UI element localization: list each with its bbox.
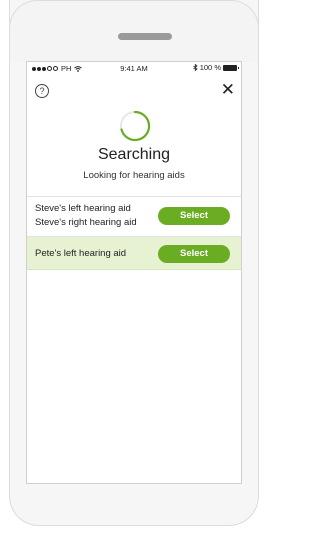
bluetooth-icon xyxy=(192,64,198,71)
device-name: Steve's left hearing aid xyxy=(35,203,131,214)
app-screen: PH 9:41 AM 100 % ? ✕ Searching Looking f… xyxy=(26,61,242,484)
question-circle-icon[interactable]: ? xyxy=(35,84,49,98)
device-names: Steve's left hearing aid Steve's right h… xyxy=(35,202,137,230)
device-names: Pete's left hearing aid xyxy=(35,247,126,261)
loading-spinner-icon xyxy=(120,110,151,142)
close-icon[interactable]: ✕ xyxy=(221,81,235,98)
battery-icon xyxy=(223,64,239,71)
device-name: Pete's left hearing aid xyxy=(35,248,127,259)
status-bar: PH 9:41 AM 100 % xyxy=(27,62,241,76)
page-subtitle: Looking for hearing aids xyxy=(83,170,185,181)
device-name: Steve's right hearing aid xyxy=(35,217,137,228)
phone-speaker xyxy=(118,33,172,40)
page-title: Searching xyxy=(97,146,171,163)
phone-top-bezel xyxy=(9,0,259,62)
select-button[interactable]: Select xyxy=(158,207,230,225)
battery-percent: 100 % xyxy=(199,63,221,72)
device-list-item: Steve's left hearing aid Steve's right h… xyxy=(27,196,241,236)
select-button[interactable]: Select xyxy=(158,245,230,263)
battery-area: 100 % xyxy=(192,63,239,72)
device-list-item: Pete's left hearing aid Select xyxy=(27,236,241,270)
